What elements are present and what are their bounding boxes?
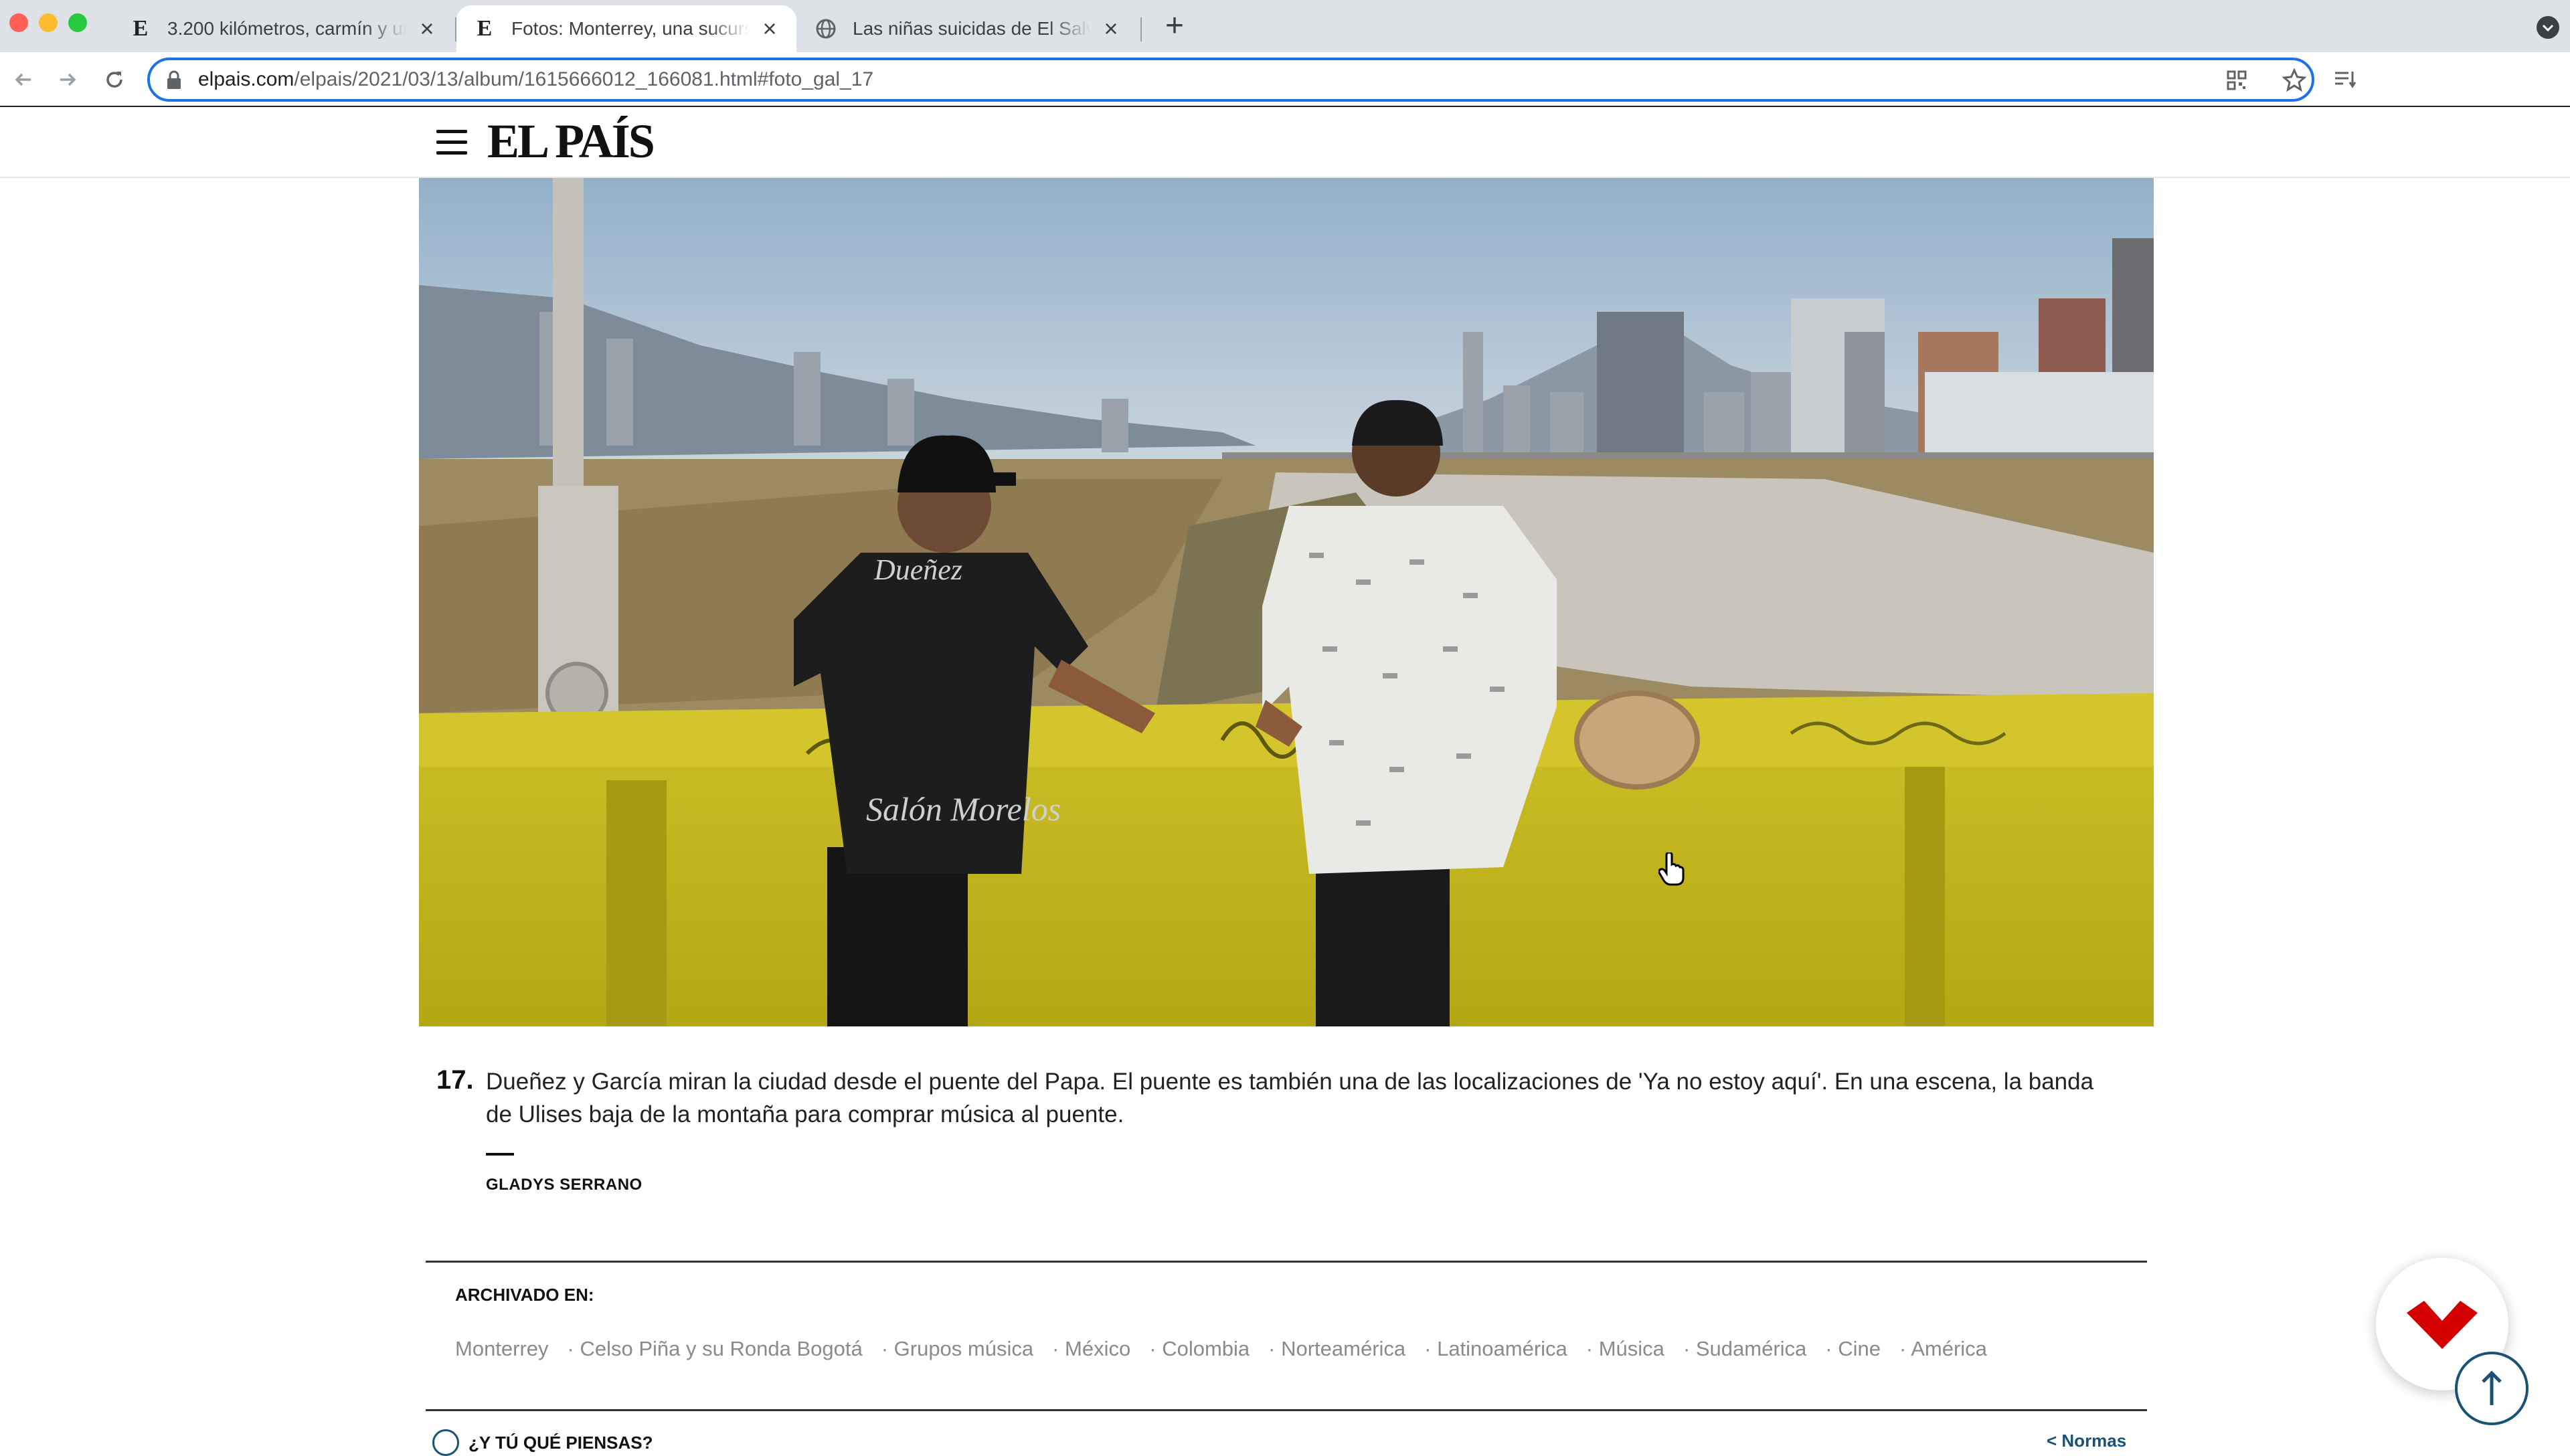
tab-title: Fotos: Monterrey, una sucursal (511, 18, 750, 39)
archived-label: ARCHIVADO EN: (455, 1285, 594, 1305)
tag-link[interactable]: Música (1586, 1337, 1664, 1361)
bookmark-star-icon[interactable] (2282, 68, 2306, 92)
url-text: elpais.com/elpais/2021/03/13/album/16156… (198, 60, 873, 99)
close-tab-icon[interactable]: × (416, 17, 438, 41)
tag-link[interactable]: México (1052, 1337, 1130, 1361)
chevron-down-icon (2542, 24, 2554, 32)
reload-button[interactable] (98, 52, 131, 107)
site-header: EL PAÍS (0, 107, 2570, 178)
forward-arrow-icon (60, 73, 76, 86)
tag-link[interactable]: Colombia (1149, 1337, 1250, 1361)
minimize-window-button[interactable] (39, 13, 58, 32)
rules-link[interactable]: < Normas (2047, 1431, 2126, 1451)
section-divider (426, 1261, 2147, 1263)
url-path: /elpais/2021/03/13/album/1615666012_1660… (294, 68, 874, 90)
close-tab-icon[interactable]: × (759, 17, 780, 41)
globe-icon (814, 17, 838, 41)
address-bar[interactable]: elpais.com/elpais/2021/03/13/album/16156… (147, 58, 2314, 102)
reading-list-button[interactable] (2329, 52, 2363, 107)
photo-credit: GLADYS SERRANO (486, 1176, 642, 1194)
back-arrow-icon (15, 73, 31, 86)
reading-list-icon (2335, 72, 2357, 88)
comments-header[interactable]: ¿Y TÚ QUÉ PIENSAS? (432, 1429, 653, 1456)
browser-tab-3[interactable]: Las niñas suicidas de El Salvador × (798, 5, 1138, 52)
el-pais-favicon: E (477, 16, 493, 41)
gallery-photo[interactable]: Dueñez Salón Morelos (419, 178, 2154, 1026)
browser-tab-strip: E 3.200 kilómetros, carmín y una × E Fot… (0, 0, 2570, 52)
tab-title: Las niñas suicidas de El Salvador (853, 18, 1091, 39)
svg-text:Salón Morelos: Salón Morelos (866, 790, 1061, 828)
site-logo[interactable]: EL PAÍS (487, 114, 655, 169)
tag-link[interactable]: Grupos música (881, 1337, 1033, 1361)
caption-divider (486, 1153, 514, 1156)
tab-title: 3.200 kilómetros, carmín y una (167, 18, 407, 39)
photo-caption: Dueñez y García miran la ciudad desde el… (486, 1069, 2094, 1127)
tag-link[interactable]: Latinoamérica (1424, 1337, 1567, 1361)
menu-hamburger-icon[interactable] (436, 130, 467, 155)
photo-number: 17. (436, 1065, 474, 1095)
svg-text:Dueñez: Dueñez (873, 553, 962, 586)
comments-label: ¿Y TÚ QUÉ PIENSAS? (468, 1432, 653, 1453)
forward-button[interactable] (51, 52, 84, 107)
tag-link[interactable]: América (1899, 1337, 1987, 1361)
tab-search-button[interactable] (2537, 16, 2559, 39)
close-window-button[interactable] (9, 13, 28, 32)
qr-code-icon[interactable] (2226, 70, 2247, 91)
tag-link[interactable]: Monterrey (455, 1337, 549, 1361)
close-tab-icon[interactable]: × (1100, 17, 1122, 41)
v-logo-icon (2407, 1301, 2478, 1349)
tag-link[interactable]: Celso Piña y su Ronda Bogotá (568, 1337, 862, 1361)
lock-icon[interactable] (166, 70, 182, 90)
back-to-top-button[interactable] (2455, 1352, 2529, 1425)
comment-icon (432, 1429, 459, 1456)
back-button[interactable] (7, 52, 40, 107)
tag-link[interactable]: Cine (1825, 1337, 1881, 1361)
el-pais-favicon: E (133, 16, 149, 41)
arrow-up-icon (2482, 1370, 2502, 1405)
url-host: elpais.com (198, 68, 294, 90)
browser-tab-2[interactable]: E Fotos: Monterrey, una sucursal × (456, 5, 796, 52)
maximize-window-button[interactable] (68, 13, 87, 32)
new-tab-button[interactable]: + (1158, 9, 1191, 43)
tag-link[interactable]: Sudamérica (1683, 1337, 1806, 1361)
section-divider (426, 1409, 2147, 1411)
tag-link[interactable]: Norteamérica (1268, 1337, 1405, 1361)
hand-cursor-icon (1658, 852, 1685, 886)
browser-tab-1[interactable]: E 3.200 kilómetros, carmín y una × (112, 5, 454, 52)
browser-toolbar: elpais.com/elpais/2021/03/13/album/16156… (0, 52, 2570, 107)
tab-separator (1140, 17, 1142, 41)
tag-list: Monterrey Celso Piña y su Ronda Bogotá G… (455, 1337, 2006, 1361)
reload-icon (106, 72, 122, 88)
